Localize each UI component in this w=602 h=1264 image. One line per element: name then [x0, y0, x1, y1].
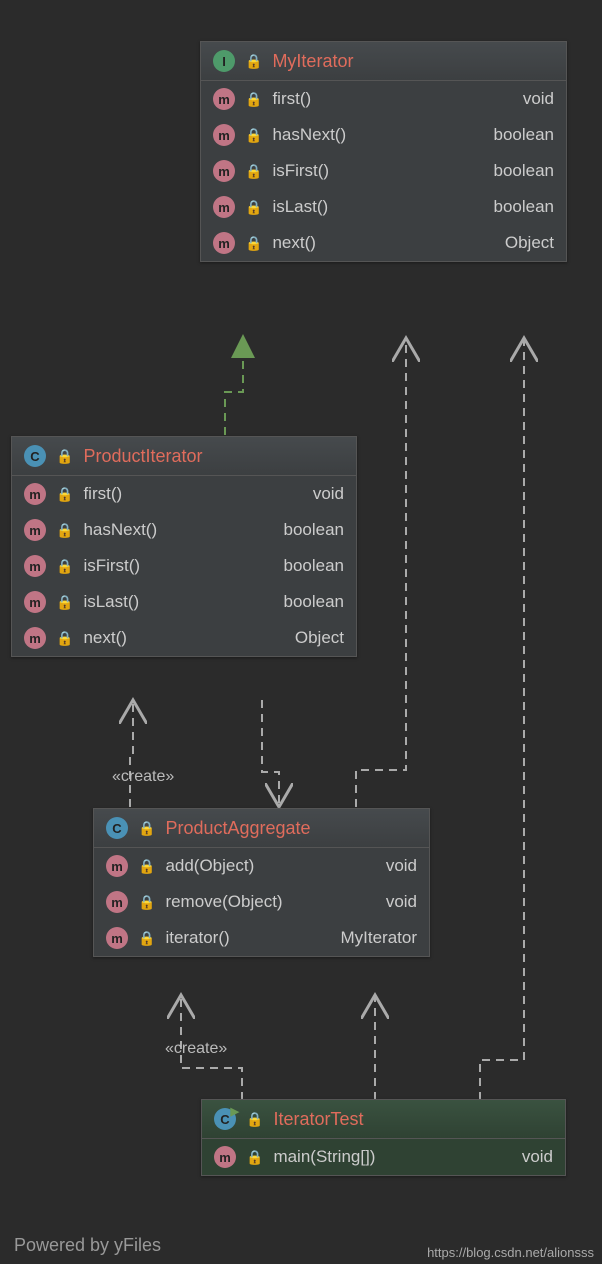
lock-icon: 🔒: [56, 558, 73, 575]
class-title: MyIterator: [272, 51, 353, 72]
class-title: ProductAggregate: [165, 818, 310, 839]
method-icon: m: [213, 232, 235, 254]
lock-icon: 🔒: [245, 91, 262, 108]
method-icon: m: [213, 88, 235, 110]
class-icon: C: [106, 817, 128, 839]
lock-icon: 🔒: [245, 53, 262, 70]
method-icon: m: [106, 891, 128, 913]
method-icon: m: [24, 519, 46, 541]
member-list: m🔒first()void m🔒hasNext()boolean m🔒isFir…: [201, 81, 566, 261]
member-list: m🔒add(Object)void m🔒remove(Object)void m…: [94, 848, 429, 956]
method-icon: m: [214, 1146, 236, 1168]
lock-icon: 🔒: [56, 630, 73, 647]
create-label-2: «create»: [165, 1040, 227, 1058]
class-myiterator: I 🔒 MyIterator m🔒first()void m🔒hasNext()…: [200, 41, 567, 262]
method-icon: m: [24, 627, 46, 649]
lock-icon: 🔒: [56, 522, 73, 539]
lock-icon: 🔒: [245, 127, 262, 144]
member-list: m🔒main(String[])void: [202, 1139, 565, 1175]
lock-icon: 🔒: [56, 486, 73, 503]
lock-icon: 🔒: [56, 448, 73, 465]
class-runnable-icon: C▶: [214, 1108, 236, 1130]
method-icon: m: [213, 124, 235, 146]
method-icon: m: [24, 483, 46, 505]
lock-icon: 🔒: [138, 820, 155, 837]
class-title: IteratorTest: [273, 1109, 363, 1130]
create-label-1: «create»: [112, 768, 174, 786]
method-icon: m: [106, 927, 128, 949]
watermark-url: https://blog.csdn.net/alionsss: [427, 1245, 594, 1260]
lock-icon: 🔒: [246, 1111, 263, 1128]
lock-icon: 🔒: [138, 930, 155, 947]
class-title: ProductIterator: [83, 446, 202, 467]
method-icon: m: [106, 855, 128, 877]
method-icon: m: [213, 160, 235, 182]
class-icon: C: [24, 445, 46, 467]
method-icon: m: [24, 591, 46, 613]
class-iteratortest: C▶ 🔒 IteratorTest m🔒main(String[])void: [201, 1099, 566, 1176]
lock-icon: 🔒: [245, 235, 262, 252]
powered-by-label: Powered by yFiles: [14, 1235, 161, 1256]
class-productiterator: C 🔒 ProductIterator m🔒first()void m🔒hasN…: [11, 436, 357, 657]
interface-icon: I: [213, 50, 235, 72]
lock-icon: 🔒: [245, 199, 262, 216]
lock-icon: 🔒: [245, 163, 262, 180]
method-icon: m: [24, 555, 46, 577]
method-icon: m: [213, 196, 235, 218]
lock-icon: 🔒: [138, 894, 155, 911]
member-list: m🔒first()void m🔒hasNext()boolean m🔒isFir…: [12, 476, 356, 656]
lock-icon: 🔒: [246, 1149, 263, 1166]
class-productaggregate: C 🔒 ProductAggregate m🔒add(Object)void m…: [93, 808, 430, 957]
lock-icon: 🔒: [56, 594, 73, 611]
lock-icon: 🔒: [138, 858, 155, 875]
